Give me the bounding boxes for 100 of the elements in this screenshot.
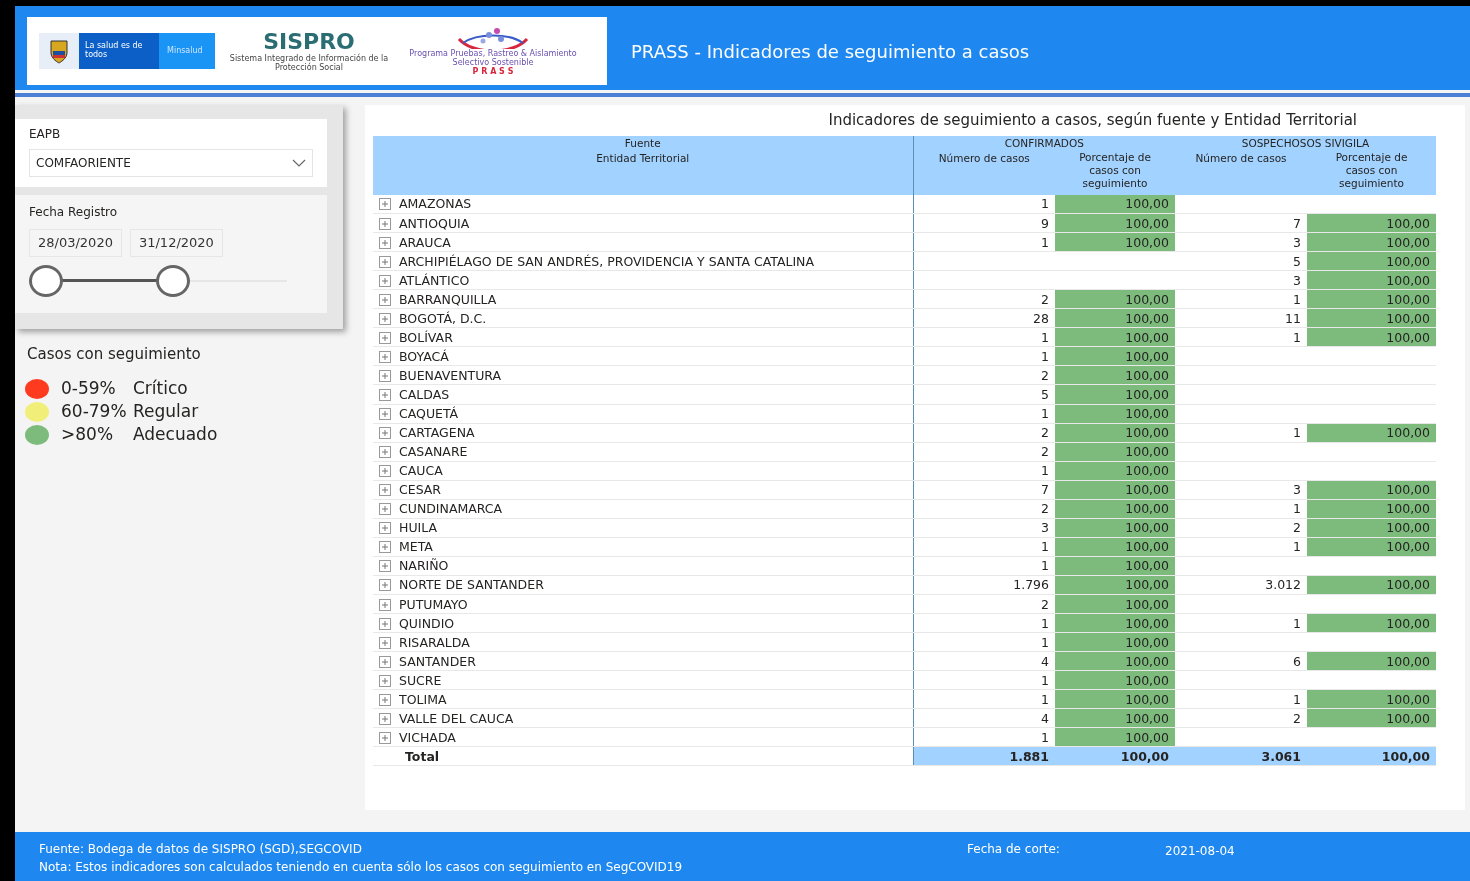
expand-icon[interactable] <box>379 427 391 440</box>
brand-text: Minsalud <box>167 46 203 55</box>
table-cell: 100,00 <box>1055 194 1175 214</box>
row-label: CAUCA <box>373 461 913 481</box>
row-label: CESAR <box>373 480 913 500</box>
expand-icon[interactable] <box>379 712 391 725</box>
legend-label: Crítico <box>133 378 188 398</box>
row-label: VICHADA <box>373 727 913 747</box>
expand-icon[interactable] <box>379 731 391 744</box>
column-header: Entidad Territorial <box>373 150 913 195</box>
total-cell: 100,00 <box>1055 746 1175 766</box>
slider-thumb[interactable] <box>156 264 191 297</box>
expand-icon[interactable] <box>379 541 391 554</box>
column-header: Fuente <box>373 135 913 151</box>
expand-icon[interactable] <box>379 274 391 287</box>
expand-icon[interactable] <box>379 293 391 306</box>
sispro-subtitle: Sistema Integrado de Información de la Protección Social <box>229 54 389 72</box>
expand-icon[interactable] <box>379 369 391 382</box>
expand-icon[interactable] <box>379 598 391 611</box>
expand-icon[interactable] <box>379 350 391 363</box>
expand-icon[interactable] <box>379 484 391 497</box>
expand-icon[interactable] <box>379 617 391 630</box>
row-label: CUNDINAMARCA <box>373 499 913 519</box>
table-cell: 100,00 <box>1055 308 1175 328</box>
row-label: RISARALDA <box>373 632 913 652</box>
expand-icon[interactable] <box>379 408 391 421</box>
table-cell: 100,00 <box>1055 232 1175 252</box>
expand-icon[interactable] <box>379 503 391 516</box>
filter-label: Fecha Registro <box>29 204 119 221</box>
row-label: AMAZONAS <box>373 194 913 214</box>
expand-icon[interactable] <box>379 312 391 325</box>
row-label: CARTAGENA <box>373 423 913 443</box>
filter-label: EAPB <box>29 126 62 143</box>
slider-thumb[interactable] <box>29 264 63 297</box>
table-cell: 100,00 <box>1055 556 1175 576</box>
column-header: Porcentaje de casos con seguimiento <box>1055 150 1175 195</box>
row-label: QUINDIO <box>373 613 913 633</box>
prass-name: P R A S S <box>472 66 514 76</box>
legend-range: 0-59% <box>61 377 117 400</box>
expand-icon[interactable] <box>379 331 391 344</box>
table-title: Indicadores de seguimiento a casos, según fuente y Entidad Territorial <box>827 110 1358 131</box>
table-cell: 100,00 <box>1055 632 1175 652</box>
note-text: Nota: Estos indicadores son calculados teniendo en cuenta sólo los casos con seguimiento en SegCOVID19 <box>39 859 684 876</box>
legend-title: Casos con seguimiento <box>27 343 202 365</box>
slogan-text: La salud es de todos <box>85 41 143 59</box>
row-label: META <box>373 537 913 557</box>
expand-icon[interactable] <box>379 579 391 592</box>
total-label: Total <box>373 746 913 766</box>
dashboard-title: PRASS - Indicadores de seguimiento a casos <box>631 39 1030 64</box>
expand-icon[interactable] <box>379 560 391 573</box>
expand-icon[interactable] <box>379 522 391 535</box>
total-cell: 3.061 <box>1175 746 1307 766</box>
expand-icon[interactable] <box>379 636 391 649</box>
row-label: BOLÍVAR <box>373 327 913 347</box>
row-label: VALLE DEL CAUCA <box>373 708 913 728</box>
table-cell: 100,00 <box>1055 327 1175 347</box>
table-cell: 100,00 <box>1055 499 1175 519</box>
row-label: ARCHIPIÉLAGO DE SAN ANDRÉS, PROVIDENCIA Y SANTA CATALINA <box>373 251 913 271</box>
expand-icon[interactable] <box>379 446 391 459</box>
expand-icon[interactable] <box>379 655 391 668</box>
start-date-field[interactable]: 28/03/2020 <box>29 229 122 257</box>
legend-range: >80% <box>61 423 115 446</box>
row-label: ARAUCA <box>373 232 913 252</box>
source-text: Fuente: Bodega de datos de SISPRO (SGD),SEGCOVID <box>39 841 363 858</box>
row-label: ATLÁNTICO <box>373 270 913 290</box>
expand-icon[interactable] <box>379 465 391 478</box>
end-date-field[interactable]: 31/12/2020 <box>129 229 223 257</box>
expand-icon[interactable] <box>379 217 391 230</box>
expand-icon[interactable] <box>379 255 391 268</box>
row-label: SUCRE <box>373 670 913 690</box>
row-label: CALDAS <box>373 384 913 404</box>
legend-range: 60-79% <box>61 400 128 423</box>
row-label: CASANARE <box>373 442 913 462</box>
legend-label: Adecuado <box>133 424 218 444</box>
column-header: Número de casos <box>913 150 1055 195</box>
expand-icon[interactable] <box>379 389 391 401</box>
table-cell: 100,00 <box>1055 365 1175 385</box>
expand-icon[interactable] <box>379 674 391 687</box>
table-cell: 100,00 <box>1055 289 1175 309</box>
table-cell: 100,00 <box>1055 689 1175 709</box>
row-label: NORTE DE SANTANDER <box>373 575 913 595</box>
table-cell: 100,00 <box>1055 537 1175 557</box>
expand-icon[interactable] <box>379 236 391 249</box>
row-label: TOLIMA <box>373 689 913 709</box>
table-cell: 100,00 <box>1055 423 1175 443</box>
eapb-dropdown[interactable]: COMFAORIENTE <box>29 149 313 177</box>
table-cell: 100,00 <box>1055 613 1175 633</box>
row-label: BARRANQUILLA <box>373 289 913 309</box>
cut-date-value: 2021-08-04 <box>1165 843 1235 860</box>
expand-icon[interactable] <box>379 693 391 706</box>
coat-of-arms-icon <box>39 33 79 69</box>
table-cell: 100,00 <box>1055 594 1175 614</box>
row-label: PUTUMAYO <box>373 594 913 614</box>
row-label: SANTANDER <box>373 651 913 671</box>
row-label: HUILA <box>373 518 913 538</box>
table-cell: 100,00 <box>1055 442 1175 462</box>
row-label: CAQUETÁ <box>373 404 913 424</box>
table-cell: 100,00 <box>1055 727 1175 747</box>
expand-icon[interactable] <box>379 198 391 211</box>
row-label: NARIÑO <box>373 556 913 576</box>
